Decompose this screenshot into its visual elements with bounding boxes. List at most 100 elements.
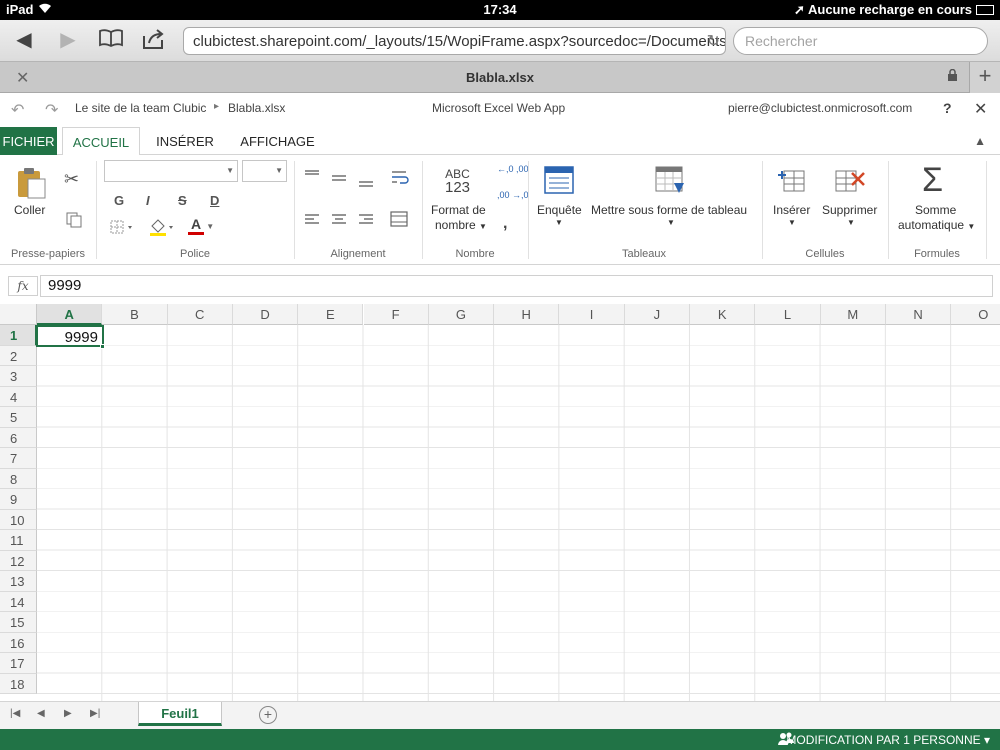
row-header-5[interactable]: 5 — [0, 407, 37, 428]
back-icon[interactable]: ◀ — [10, 28, 38, 54]
active-cell-a1[interactable]: 9999 — [36, 325, 104, 347]
formula-input[interactable]: 9999 — [40, 275, 993, 297]
function-icon[interactable]: fx — [8, 276, 38, 296]
column-header-e[interactable]: E — [298, 304, 364, 325]
chevron-down-icon[interactable]: ▼ — [555, 218, 563, 227]
align-center-icon[interactable] — [331, 213, 347, 230]
editors-status[interactable]: MODIFICATION PAR 1 PERSONNE ▾ — [786, 733, 990, 747]
number-format-label[interactable]: Format de — [431, 203, 486, 217]
chevron-down-icon[interactable]: ▼ — [667, 218, 675, 227]
undo-icon[interactable]: ↶ — [11, 100, 24, 120]
italic-button[interactable]: I — [146, 193, 150, 208]
row-header-1[interactable]: 1 — [0, 325, 37, 346]
search-input[interactable]: Rechercher — [733, 27, 988, 55]
wrap-text-icon[interactable] — [390, 169, 410, 190]
tab-fichier[interactable]: FICHIER — [0, 127, 57, 155]
column-header-b[interactable]: B — [102, 304, 168, 325]
cut-icon[interactable]: ✂ — [64, 169, 79, 190]
insert-cells-icon[interactable] — [776, 165, 808, 198]
column-header-d[interactable]: D — [232, 304, 299, 325]
column-header-a[interactable]: A — [37, 304, 103, 325]
number-format-icon[interactable]: ABC 123 — [445, 167, 470, 195]
thousands-separator-button[interactable]: , — [503, 215, 507, 233]
reload-icon[interactable]: ↻ — [707, 31, 720, 51]
row-header-11[interactable]: 11 — [0, 530, 37, 551]
autosum-label[interactable]: Somme — [915, 203, 956, 217]
tab-affichage[interactable]: AFFICHAGE — [230, 127, 325, 155]
redo-icon[interactable]: ↷ — [45, 100, 58, 120]
new-tab-button[interactable]: + — [969, 62, 1000, 93]
tab-inserer[interactable]: INSÉRER — [150, 127, 220, 155]
borders-icon[interactable] — [110, 219, 136, 238]
address-bar[interactable]: clubictest.sharepoint.com/_layouts/15/Wo… — [183, 27, 726, 55]
fill-handle[interactable] — [100, 344, 105, 349]
close-icon[interactable]: ✕ — [974, 99, 987, 119]
row-header-14[interactable]: 14 — [0, 591, 37, 612]
row-header-16[interactable]: 16 — [0, 632, 37, 653]
row-header-18[interactable]: 18 — [0, 673, 37, 694]
format-as-table-icon[interactable] — [654, 165, 688, 198]
user-account[interactable]: pierre@clubictest.onmicrosoft.com — [728, 101, 912, 115]
chevron-down-icon[interactable]: ▼ — [847, 218, 855, 227]
select-all-corner[interactable] — [0, 304, 37, 325]
insert-label[interactable]: Insérer — [773, 203, 810, 217]
merge-cells-icon[interactable] — [390, 211, 408, 230]
underline-button[interactable]: D — [210, 193, 219, 208]
column-header-l[interactable]: L — [755, 304, 821, 325]
align-bottom-icon[interactable] — [358, 177, 374, 192]
column-header-m[interactable]: M — [820, 304, 886, 325]
column-header-j[interactable]: J — [624, 304, 690, 325]
row-header-2[interactable]: 2 — [0, 345, 37, 366]
survey-icon[interactable] — [543, 165, 575, 198]
autosum-icon[interactable]: Σ — [922, 161, 943, 200]
column-header-k[interactable]: K — [690, 304, 756, 325]
help-icon[interactable]: ? — [943, 100, 952, 116]
last-sheet-icon[interactable]: ▶| — [90, 708, 100, 719]
paste-icon[interactable] — [14, 165, 48, 202]
breadcrumb-site[interactable]: Le site de la team Clubic — [75, 101, 206, 115]
column-header-n[interactable]: N — [885, 304, 952, 325]
breadcrumb-file[interactable]: Blabla.xlsx — [228, 101, 285, 115]
cell-area[interactable] — [37, 325, 1000, 701]
format-as-table-label[interactable]: Mettre sous forme de tableau — [591, 203, 747, 217]
row-header-12[interactable]: 12 — [0, 550, 37, 571]
share-icon[interactable] — [140, 28, 168, 54]
row-header-10[interactable]: 10 — [0, 509, 37, 530]
row-header-3[interactable]: 3 — [0, 366, 37, 387]
align-middle-icon[interactable] — [331, 173, 347, 188]
autosum-label-2[interactable]: automatique ▼ — [898, 218, 975, 232]
tab-accueil[interactable]: ACCUEIL — [62, 127, 140, 156]
paste-label[interactable]: Coller — [14, 203, 45, 217]
row-header-15[interactable]: 15 — [0, 612, 37, 633]
delete-cells-icon[interactable] — [834, 165, 866, 198]
increase-decimal-icon[interactable]: ←,0 ,00 — [497, 165, 529, 174]
strikethrough-button[interactable]: S — [178, 193, 187, 208]
column-header-g[interactable]: G — [428, 304, 495, 325]
row-header-8[interactable]: 8 — [0, 468, 37, 489]
sheet-tab-feuil1[interactable]: Feuil1 — [138, 702, 222, 726]
column-header-o[interactable]: O — [951, 304, 1000, 325]
font-color-icon[interactable]: A ▼ — [188, 216, 214, 235]
number-format-label-2[interactable]: nombre ▼ — [435, 218, 487, 232]
row-header-13[interactable]: 13 — [0, 571, 37, 592]
add-sheet-icon[interactable]: + — [259, 706, 277, 724]
chevron-down-icon[interactable]: ▼ — [788, 218, 796, 227]
collapse-ribbon-icon[interactable]: ▲ — [974, 134, 986, 148]
first-sheet-icon[interactable]: |◀ — [10, 708, 20, 719]
column-header-i[interactable]: I — [559, 304, 625, 325]
row-header-9[interactable]: 9 — [0, 489, 37, 510]
row-header-17[interactable]: 17 — [0, 653, 37, 674]
prev-sheet-icon[interactable]: ◀ — [37, 708, 45, 719]
fill-color-icon[interactable] — [148, 217, 176, 240]
align-top-icon[interactable] — [304, 169, 320, 184]
survey-label[interactable]: Enquête — [537, 203, 582, 217]
bookmarks-icon[interactable] — [97, 28, 125, 54]
column-header-f[interactable]: F — [363, 304, 429, 325]
tab-title[interactable]: Blabla.xlsx — [0, 70, 1000, 85]
bold-button[interactable]: G — [114, 193, 124, 208]
align-right-icon[interactable] — [358, 213, 374, 230]
font-name-dropdown[interactable]: ▼ — [104, 160, 238, 182]
row-header-6[interactable]: 6 — [0, 427, 37, 448]
row-header-7[interactable]: 7 — [0, 448, 37, 469]
next-sheet-icon[interactable]: ▶ — [64, 708, 72, 719]
